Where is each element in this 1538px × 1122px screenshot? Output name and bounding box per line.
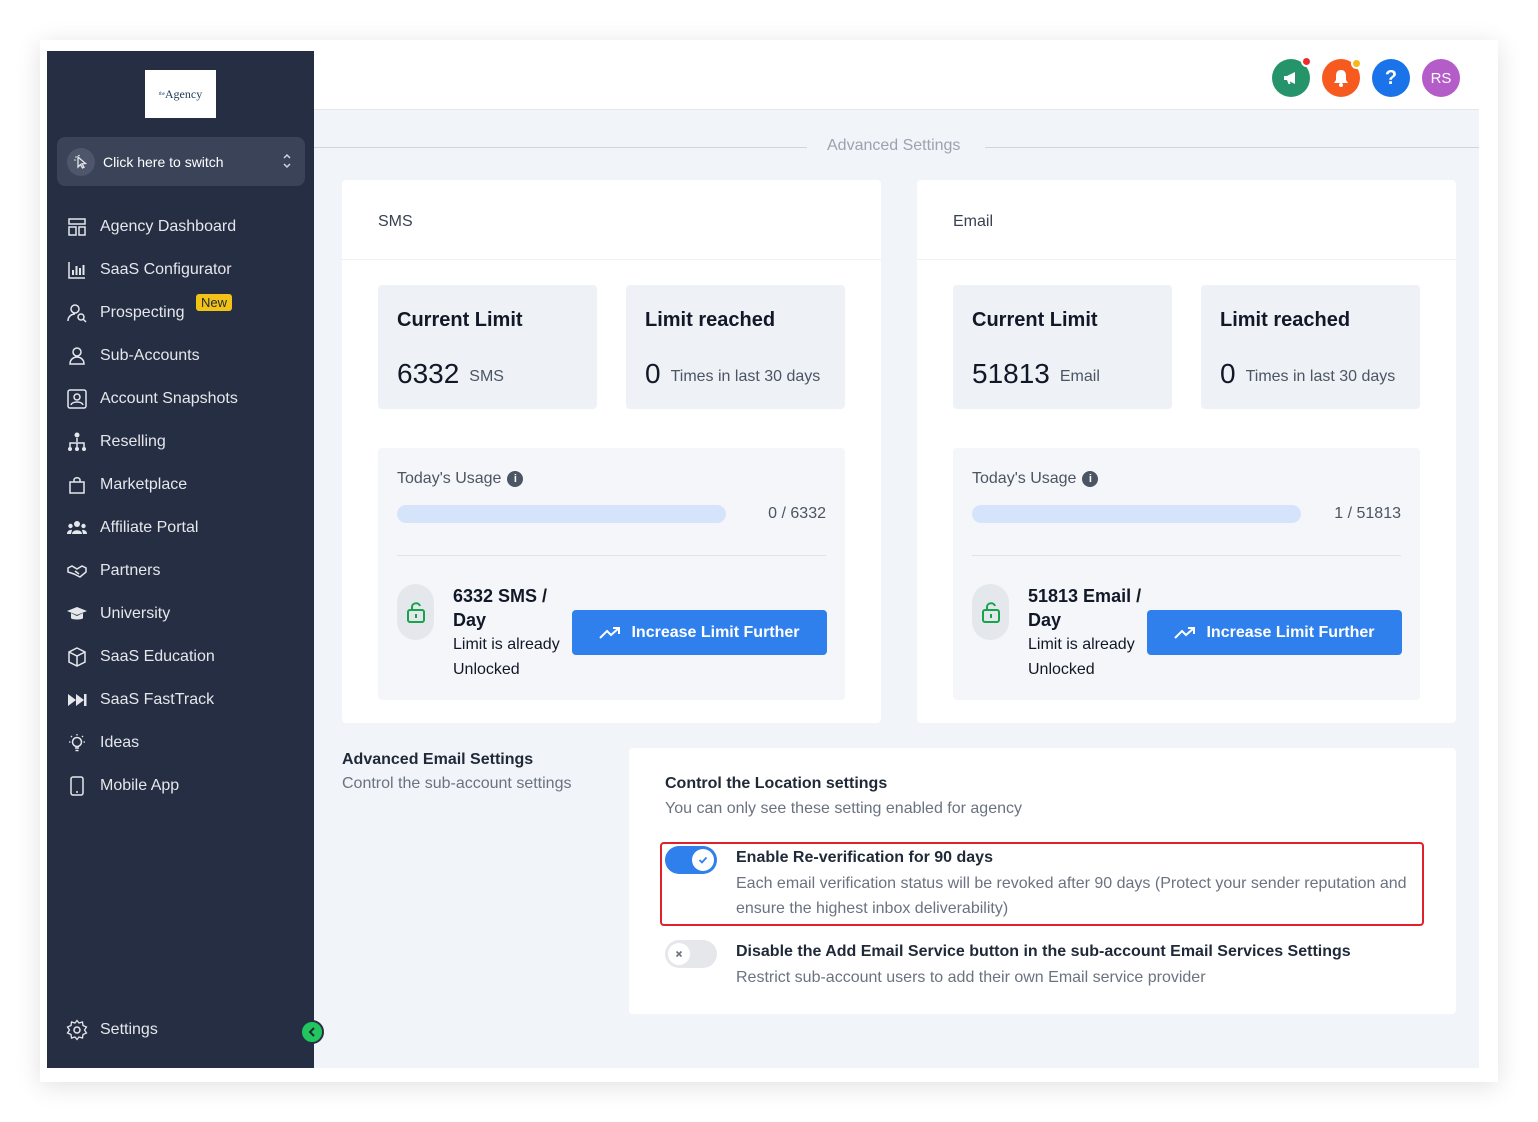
card-header: SMS — [342, 180, 881, 260]
info-icon[interactable]: i — [507, 471, 524, 487]
sidebar: the Agency Click here to switch Agency Da… — [47, 51, 314, 1068]
lightbulb-icon — [69, 733, 85, 751]
per-day-limit: 51813 Email / Day — [1028, 586, 1142, 630]
section-title: Advanced Settings — [827, 137, 961, 154]
sidebar-item-reselling[interactable]: Reselling — [47, 420, 314, 463]
usage-count: 0 / 6332 — [768, 505, 826, 522]
sidebar-item-saas-fasttrack[interactable]: SaaS FastTrack — [47, 678, 314, 721]
sidebar-item-settings[interactable]: Settings — [47, 1008, 314, 1051]
limit-reached-tile: Limit reached 0 Times in last 30 days — [626, 285, 845, 409]
shopping-bag-icon — [69, 476, 85, 494]
check-icon — [698, 856, 708, 864]
user-avatar[interactable]: RS — [1422, 59, 1460, 97]
usage-panel: Today's Usage i 0 / 6332 6332 SMS / Day L… — [378, 448, 845, 700]
sidebar-item-sub-accounts[interactable]: Sub-Accounts — [47, 334, 314, 377]
current-limit-tile: Current Limit 6332 SMS — [378, 285, 597, 409]
hierarchy-icon — [68, 432, 86, 451]
option-title: Enable Re-verification for 90 days — [736, 849, 993, 866]
app: the Agency Click here to switch Agency Da… — [47, 51, 1479, 1068]
location-settings-card: Control the Location settings You can on… — [629, 748, 1456, 1014]
unlocked-status: Limit is already Unlocked — [1028, 636, 1135, 678]
close-icon — [675, 950, 683, 958]
divider — [314, 147, 807, 148]
mobile-phone-icon — [70, 775, 84, 796]
increase-sms-limit-button[interactable]: Increase Limit Further — [572, 610, 827, 655]
handshake-icon — [67, 564, 87, 578]
megaphone-icon — [1284, 72, 1295, 84]
option-description: Each email verification status will be r… — [736, 875, 1407, 917]
disable-add-email-service-toggle[interactable] — [665, 940, 717, 968]
sidebar-item-affiliate-portal[interactable]: Affiliate Portal — [47, 506, 314, 549]
reverification-toggle[interactable] — [665, 846, 717, 874]
sidebar-item-marketplace[interactable]: Marketplace — [47, 463, 314, 506]
chevron-updown-icon — [283, 153, 291, 169]
sms-card: SMS Current Limit 6332 SMS Limit reached … — [342, 180, 881, 723]
user-icon — [69, 346, 85, 365]
divider — [972, 555, 1401, 556]
graduation-cap-icon — [67, 606, 87, 619]
sidebar-item-mobile-app[interactable]: Mobile App — [47, 764, 314, 807]
notifications-button[interactable] — [1322, 58, 1362, 97]
account-switcher[interactable]: Click here to switch — [57, 137, 305, 186]
sidebar-item-agency-dashboard[interactable]: Agency Dashboard — [47, 205, 314, 248]
divider — [985, 147, 1479, 148]
cube-icon — [68, 646, 86, 667]
users-icon — [67, 520, 87, 534]
collapse-sidebar-button[interactable] — [300, 1020, 324, 1044]
limit-reached-tile: Limit reached 0 Times in last 30 days — [1201, 285, 1420, 409]
announcements-button[interactable] — [1272, 56, 1312, 97]
dashboard-icon — [68, 217, 86, 236]
trending-up-icon — [599, 626, 621, 639]
advanced-email-heading: Advanced Email Settings Control the sub-… — [342, 751, 572, 792]
fast-forward-icon — [68, 693, 87, 706]
unlock-icon — [972, 584, 1009, 640]
usage-panel: Today's Usage i 1 / 51813 51813 Email / D… — [953, 448, 1420, 700]
section-heading: Advanced Settings — [314, 137, 1479, 157]
usage-progress-bar — [972, 505, 1301, 523]
option-title: Disable the Add Email Service button in … — [736, 943, 1351, 960]
divider — [397, 555, 826, 556]
info-icon[interactable]: i — [1082, 471, 1099, 487]
email-card: Email Current Limit 51813 Email Limit rea… — [917, 180, 1456, 723]
help-button[interactable]: ? — [1372, 59, 1410, 97]
sidebar-item-prospecting[interactable]: Prospecting New — [47, 291, 314, 334]
current-limit-tile: Current Limit 51813 Email — [953, 285, 1172, 409]
sidebar-item-account-snapshots[interactable]: Account Snapshots — [47, 377, 314, 420]
gear-icon — [66, 1018, 88, 1041]
sidebar-item-university[interactable]: University — [47, 592, 314, 635]
chevron-left-icon — [308, 1027, 315, 1037]
increase-email-limit-button[interactable]: Increase Limit Further — [1147, 610, 1402, 655]
sidebar-item-saas-education[interactable]: SaaS Education — [47, 635, 314, 678]
sidebar-item-saas-configurator[interactable]: SaaS Configurator — [47, 248, 314, 291]
trending-up-icon — [1174, 626, 1196, 639]
bell-icon — [1334, 70, 1348, 87]
sidebar-item-ideas[interactable]: Ideas — [47, 721, 314, 764]
top-header: ? RS — [314, 51, 1479, 110]
notification-dot — [1301, 56, 1312, 67]
unlocked-status: Limit is already Unlocked — [453, 636, 560, 678]
new-badge: New — [196, 294, 233, 311]
sidebar-item-partners[interactable]: Partners — [47, 549, 314, 592]
sidebar-nav: Agency Dashboard SaaS Configurator Prosp… — [47, 205, 314, 807]
unlock-icon — [397, 584, 434, 640]
agency-logo[interactable]: the Agency — [145, 70, 216, 118]
usage-count: 1 / 51813 — [1334, 505, 1401, 522]
snapshot-icon — [67, 388, 87, 409]
usage-progress-bar — [397, 505, 726, 523]
option-description: Restrict sub-account users to add their … — [736, 969, 1206, 986]
notification-dot — [1351, 58, 1362, 69]
pointer-icon — [67, 147, 95, 176]
card-header: Email — [917, 180, 1456, 260]
switcher-label: Click here to switch — [103, 153, 224, 170]
per-day-limit: 6332 SMS / Day — [453, 586, 548, 630]
bar-chart-icon — [68, 261, 85, 279]
user-search-icon — [67, 303, 87, 323]
